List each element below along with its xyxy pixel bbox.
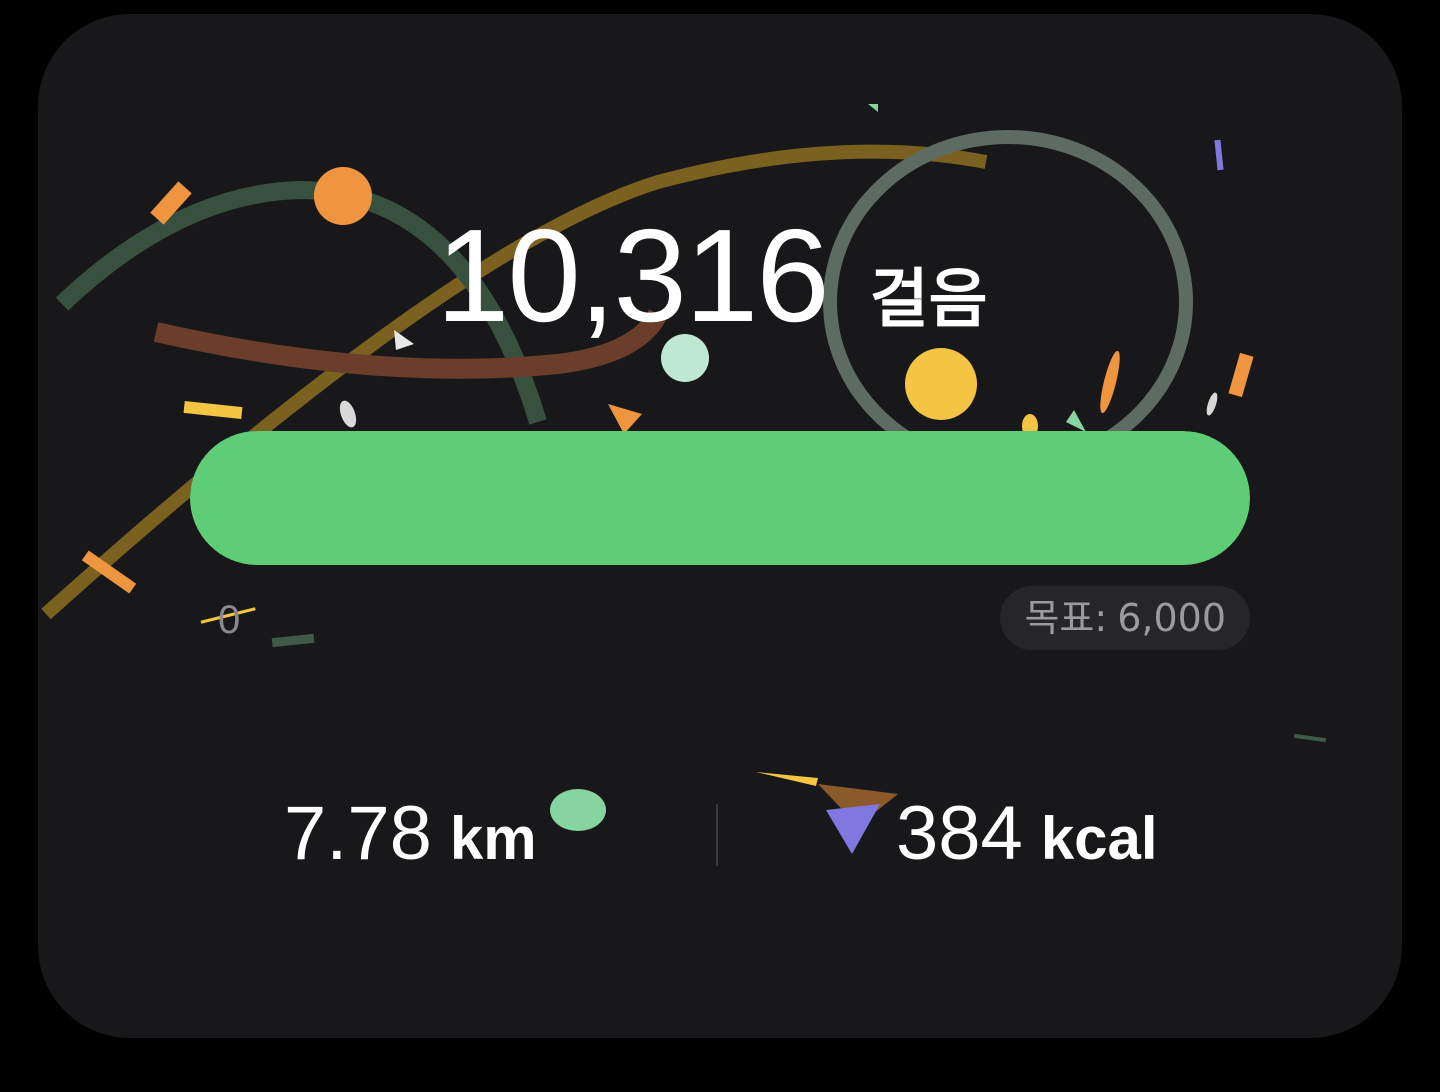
confetti-dot-yellow (905, 348, 977, 420)
confetti-rect-orange-top (150, 181, 192, 225)
confetti-dot-green (550, 789, 606, 831)
confetti-tri-purple (826, 804, 880, 854)
confetti-rect-darkgreen-right (1293, 733, 1327, 743)
step-progress-bar (190, 431, 1250, 565)
distance-stat: 7.78 km (284, 796, 537, 872)
step-goal-label: 목표: (1024, 596, 1108, 640)
step-goal-value: 6,000 (1117, 596, 1226, 640)
stats-divider (716, 804, 718, 866)
confetti-rect-purple-top (1214, 139, 1224, 171)
distance-unit: km (449, 805, 537, 872)
calories-value: 384 (896, 791, 1023, 876)
confetti-tri-white (394, 330, 414, 350)
confetti-dot-orange (314, 167, 372, 225)
confetti-rect-yellow (183, 401, 243, 419)
step-goal-badge[interactable]: 목표: 6,000 (1000, 586, 1250, 650)
confetti-tri-brown (818, 784, 898, 826)
confetti-oval-white (339, 400, 357, 428)
confetti-tri-mint-top (868, 104, 878, 112)
confetti-rect-orange-right (1228, 352, 1254, 398)
confetti-tri-gold (756, 772, 818, 786)
confetti-oval-white-right (1206, 392, 1218, 416)
calories-stat: 384 kcal (896, 796, 1158, 872)
confetti-rect-darkgreen (271, 633, 315, 648)
calories-unit: kcal (1040, 805, 1158, 872)
confetti-rect-orange-left (81, 550, 137, 594)
confetti-tri-orange (608, 404, 642, 434)
step-count-card[interactable]: 10,316 걸음 0 목표: 6,000 7.78 km 384 kcal (38, 14, 1402, 1038)
step-count-display: 10,316 걸음 (436, 210, 988, 342)
confetti-tri-mint (1066, 410, 1086, 432)
step-count-value: 10,316 (436, 202, 830, 349)
confetti-oval-orange (1100, 350, 1120, 414)
distance-value: 7.78 (284, 791, 432, 876)
progress-min-label: 0 (218, 598, 241, 642)
step-count-unit: 걸음 (869, 263, 988, 337)
step-progress-fill (190, 431, 1250, 565)
